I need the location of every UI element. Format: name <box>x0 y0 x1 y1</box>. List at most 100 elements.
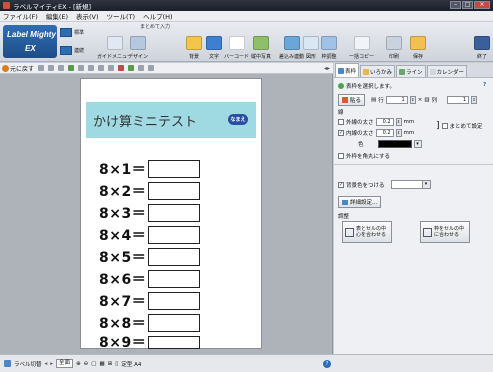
shape-button[interactable]: 図形 <box>303 24 319 60</box>
colored-paper-icon <box>363 68 370 75</box>
tab-line[interactable]: ライン <box>396 65 426 77</box>
property-panel: 表枠 いろかみ ライン カレンダー 表枠を選択します。 ? 貼る ▤ 行 1 ⇕… <box>334 63 493 354</box>
line-heading: 線 <box>338 110 344 116</box>
hint-row: 表枠を選択します。 <box>338 82 395 90</box>
cols-input[interactable]: 1 <box>447 96 470 104</box>
outer-line-stepper[interactable]: ⇕ <box>395 118 402 126</box>
tab-colored-paper[interactable]: いろかみ <box>360 65 396 77</box>
rows-stepper[interactable]: ⇕ <box>409 96 416 104</box>
problem-row[interactable]: 8×8＝ <box>99 313 200 333</box>
merge-setting-checkbox[interactable] <box>441 123 448 129</box>
order-icon[interactable] <box>108 65 115 71</box>
problem-row[interactable]: 8×6＝ <box>99 269 200 289</box>
editing-canvas[interactable]: かけ算ミニテスト なまえ 8×1＝ 8×2＝ 8×3＝ 8×4＝ 8×5＝ 8×… <box>0 74 333 354</box>
save-button[interactable]: 保存 <box>410 24 426 60</box>
menu-view[interactable]: 表示(V) <box>76 11 99 21</box>
answer-box[interactable] <box>148 182 200 200</box>
zoom-select[interactable]: 全面 <box>56 359 74 368</box>
zoom-in-icon[interactable]: ⊕ <box>76 361 81 367</box>
mode-continuous-button[interactable]: 連続 <box>60 43 88 57</box>
answer-box[interactable] <box>148 335 200 349</box>
problem-row[interactable]: 8×2＝ <box>99 181 200 201</box>
answer-box[interactable] <box>148 248 200 266</box>
frame-adjust-button[interactable]: 枠調整 <box>321 24 337 60</box>
next-arrow-icon[interactable]: ▸ <box>50 361 53 367</box>
paste-table-button[interactable]: 貼る <box>338 94 366 106</box>
answer-box[interactable] <box>148 226 200 244</box>
answer-box[interactable] <box>148 204 200 222</box>
bg-color-checkbox[interactable] <box>338 181 344 188</box>
problem-row[interactable]: 8×7＝ <box>99 291 200 311</box>
answer-box[interactable] <box>148 270 200 288</box>
color-dropdown-icon[interactable]: ▾ <box>413 140 422 148</box>
fit-frame-button[interactable]: 枠をセルの中に合わせる <box>420 221 470 243</box>
outer-line-input[interactable]: 0.2 <box>375 118 394 126</box>
title-banner[interactable]: かけ算ミニテスト なまえ <box>86 102 256 138</box>
background-button[interactable]: 背景 <box>186 24 202 60</box>
tab-calendar[interactable]: カレンダー <box>426 65 468 77</box>
zoom-out-icon[interactable]: ⊖ <box>84 361 89 367</box>
paste-icon[interactable] <box>68 65 75 71</box>
menu-tools[interactable]: ツール(T) <box>107 11 136 21</box>
lock-icon[interactable] <box>148 65 155 71</box>
document-title[interactable]: かけ算ミニテスト <box>93 111 197 130</box>
barcode-icon <box>228 36 245 50</box>
problem-row[interactable]: 8×4＝ <box>99 225 200 245</box>
page-view-icon[interactable]: ▢ <box>91 361 96 367</box>
copy-icon[interactable] <box>58 65 65 71</box>
rows-input[interactable]: 1 <box>385 96 408 104</box>
problem-row[interactable]: 8×1＝ <box>99 159 200 179</box>
detail-settings-button[interactable]: 詳細設定... <box>338 196 382 208</box>
flip-icon[interactable] <box>138 65 145 71</box>
maximize-button[interactable]: □ <box>462 1 473 9</box>
inner-line-stepper[interactable]: ⇕ <box>395 129 402 137</box>
exit-button[interactable]: 終了 <box>474 24 490 60</box>
menu-help[interactable]: ヘルプ(H) <box>143 11 172 21</box>
label-switch-button[interactable]: ラベル切替 <box>14 360 42 368</box>
round-corner-checkbox[interactable] <box>338 153 344 159</box>
line-color-swatch[interactable] <box>377 140 412 148</box>
minimize-button[interactable]: – <box>450 1 461 9</box>
help-icon[interactable]: ? <box>483 82 486 88</box>
bulk-copy-button[interactable]: 一括コピー <box>349 24 374 60</box>
photo-button[interactable]: 縦中写真 <box>251 24 271 60</box>
answer-box[interactable] <box>148 314 200 332</box>
cols-stepper[interactable]: ⇕ <box>471 96 478 104</box>
center-align-button[interactable]: 表とセルの中心を合わせる <box>342 221 392 243</box>
delete-icon[interactable] <box>78 65 85 71</box>
close-button[interactable]: × <box>474 1 490 9</box>
grid-icon[interactable]: ▦ <box>99 361 104 367</box>
guide-menu-button[interactable]: ガイドメニュー <box>97 24 132 60</box>
menu-edit[interactable]: 編集(E) <box>46 11 68 21</box>
problem-row[interactable]: 8×9＝ <box>99 335 200 351</box>
inner-line-checkbox[interactable] <box>338 130 344 136</box>
undo-button[interactable]: 元に戻す <box>2 64 34 73</box>
inner-line-input[interactable]: 0.2 <box>375 129 394 137</box>
label-paper[interactable]: かけ算ミニテスト なまえ 8×1＝ 8×2＝ 8×3＝ 8×4＝ 8×5＝ 8×… <box>80 78 262 351</box>
answer-box[interactable] <box>148 160 200 178</box>
layer-icon[interactable] <box>118 65 125 71</box>
tab-table-frame[interactable]: 表枠 <box>335 63 360 77</box>
group-icon[interactable] <box>98 65 105 71</box>
outer-line-checkbox[interactable] <box>338 119 344 125</box>
bg-color-select[interactable]: ▾ <box>390 180 431 189</box>
print-button[interactable]: 印刷 <box>386 24 402 60</box>
align-icon[interactable] <box>88 65 95 71</box>
prev-arrow-icon[interactable]: ◂ <box>45 361 48 367</box>
rotate-icon[interactable] <box>128 65 135 71</box>
problem-row[interactable]: 8×3＝ <box>99 203 200 223</box>
answer-box[interactable] <box>148 292 200 310</box>
text-button[interactable]: 文字 <box>206 24 222 60</box>
panel-toggle-icon[interactable]: ◂▸ <box>324 65 330 72</box>
problem-row[interactable]: 8×5＝ <box>99 247 200 267</box>
mode-standard-button[interactable]: 標準 <box>60 25 88 39</box>
help-status-icon[interactable]: ? <box>323 360 331 368</box>
design-button[interactable]: デザイン <box>128 24 148 60</box>
barcode-button[interactable]: バーコード <box>224 24 249 60</box>
guide-icon[interactable]: ⊞ <box>108 361 113 367</box>
menu-file[interactable]: ファイル(F) <box>3 11 38 21</box>
name-badge[interactable]: なまえ <box>228 114 248 125</box>
merge-button[interactable]: 差込み連動 <box>279 24 304 60</box>
redo-icon[interactable] <box>38 65 45 71</box>
cut-icon[interactable] <box>48 65 55 71</box>
